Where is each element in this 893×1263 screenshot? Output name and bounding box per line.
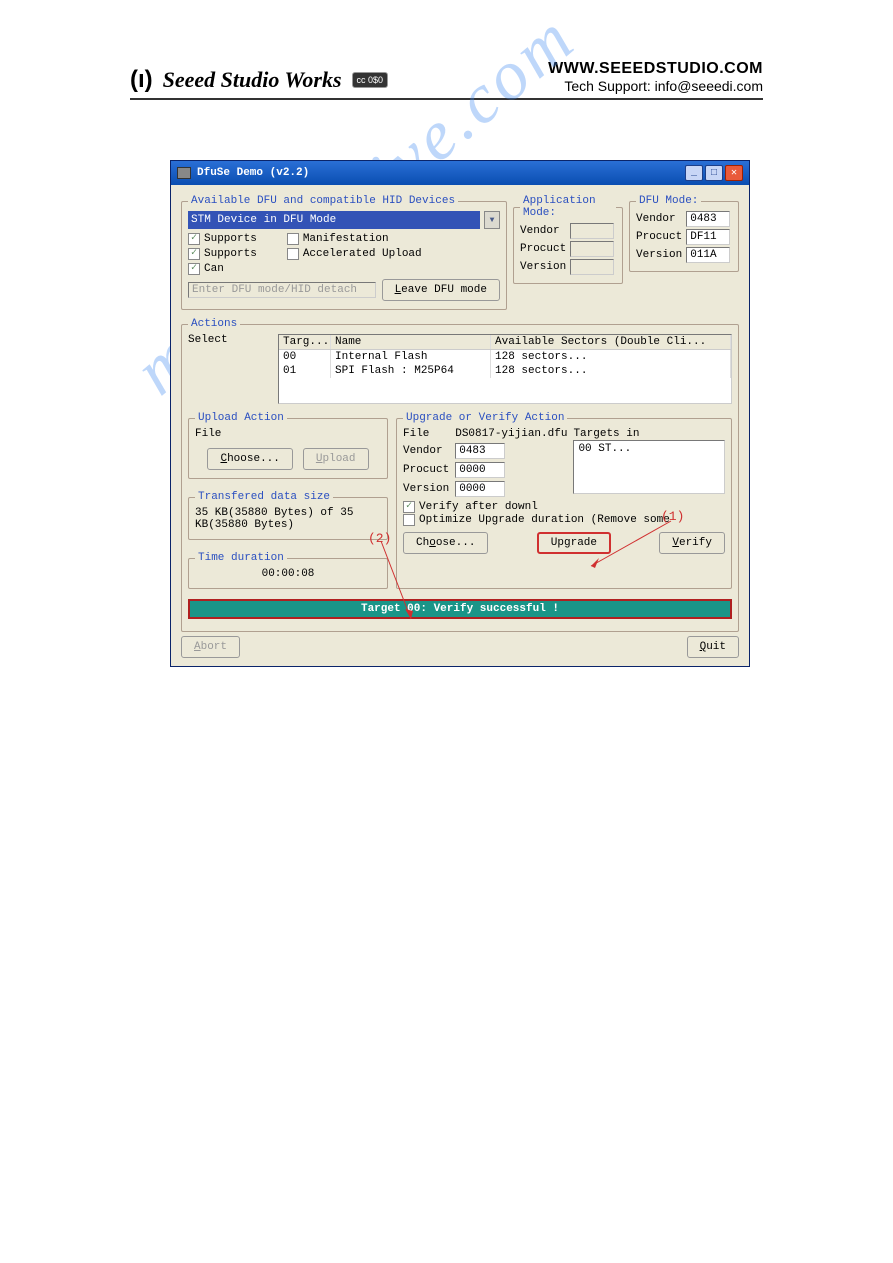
- app-mode-legend: Application Mode:: [520, 195, 616, 219]
- seeed-icon: (ı): [130, 66, 153, 94]
- app-icon: [177, 167, 191, 179]
- chevron-down-icon[interactable]: ▼: [484, 211, 500, 229]
- window-title: DfuSe Demo (v2.2): [197, 167, 309, 179]
- app-version-value: [570, 259, 614, 275]
- supports2-label: Supports: [204, 248, 257, 260]
- dfu-procuct-value: DF11: [686, 229, 730, 245]
- header-right: WWW.SEEEDSTUDIO.COM Tech Support: info@s…: [548, 60, 763, 94]
- table-row[interactable]: 01 SPI Flash : M25P64 128 sectors...: [279, 364, 731, 378]
- upgrade-version-label: Version: [403, 483, 449, 495]
- upgrade-vendor-label: Vendor: [403, 445, 449, 457]
- dfu-version-value: 011A: [686, 247, 730, 263]
- titlebar[interactable]: DfuSe Demo (v2.2) _ □ ✕: [171, 161, 749, 185]
- leave-dfu-button[interactable]: Leave DFU mode: [382, 279, 500, 301]
- actions-group: Actions Select Targ... Name Available Se…: [181, 318, 739, 632]
- dfu-mode-group: DFU Mode: Vendor 0483 Procuct DF11 Versi…: [629, 195, 739, 272]
- transfer-text: 35 KB(35880 Bytes) of 35 KB(35880 Bytes): [195, 507, 381, 531]
- dfu-procuct-label: Procuct: [636, 231, 682, 243]
- cc-badge: cc 0$0: [352, 72, 389, 88]
- upgrade-vendor-value: 0483: [455, 443, 505, 459]
- brand-left: (ı) Seeed Studio Works cc 0$0: [130, 66, 388, 94]
- col-targ[interactable]: Targ...: [279, 335, 331, 349]
- upload-group: Upload Action File Choose... Upload: [188, 412, 388, 479]
- can-label: Can: [204, 263, 224, 275]
- device-selected: STM Device in DFU Mode: [191, 214, 336, 226]
- dfu-mode-legend: DFU Mode:: [636, 195, 701, 207]
- verify-button[interactable]: Verify: [659, 532, 725, 554]
- time-group: Time duration 00:00:08: [188, 552, 388, 589]
- verify-after-label: Verify after downl: [419, 501, 538, 513]
- verify-after-checkbox[interactable]: ✓: [403, 501, 415, 513]
- upgrade-group: Upgrade or Verify Action File DS0817-yij…: [396, 412, 732, 589]
- application-mode-group: Application Mode: Vendor Procuct Version: [513, 195, 623, 284]
- status-bar: Target 00: Verify successful !: [188, 599, 732, 619]
- actions-legend: Actions: [188, 318, 240, 330]
- manifestation-label: Manifestation: [303, 233, 389, 245]
- device-select[interactable]: STM Device in DFU Mode: [188, 211, 480, 229]
- upgrade-version-value: 0000: [455, 481, 505, 497]
- upgrade-procuct-label: Procuct: [403, 464, 449, 476]
- site-url: WWW.SEEEDSTUDIO.COM: [548, 60, 763, 78]
- optimize-label: Optimize Upgrade duration (Remove some: [419, 514, 670, 526]
- abort-button[interactable]: Abort: [181, 636, 240, 658]
- time-value: 00:00:08: [195, 568, 381, 580]
- transfer-legend: Transfered data size: [195, 491, 333, 503]
- target-row[interactable]: 00 ST...: [578, 443, 720, 455]
- annotation-2: (2): [368, 531, 391, 546]
- app-procuct-value: [570, 241, 614, 257]
- dfuse-window: DfuSe Demo (v2.2) _ □ ✕ Available DFU an…: [170, 160, 750, 667]
- maximize-button[interactable]: □: [705, 165, 723, 181]
- quit-button[interactable]: Quit: [687, 636, 739, 658]
- upgrade-button[interactable]: Upgrade: [537, 532, 611, 554]
- close-button[interactable]: ✕: [725, 165, 743, 181]
- upgrade-choose-button[interactable]: Choose...: [403, 532, 488, 554]
- upload-choose-button[interactable]: Choose...: [207, 448, 292, 470]
- targets-table[interactable]: Targ... Name Available Sectors (Double C…: [278, 334, 732, 404]
- upgrade-procuct-value: 0000: [455, 462, 505, 478]
- col-sectors[interactable]: Available Sectors (Double Cli...: [491, 335, 731, 349]
- upgrade-file-value: DS0817-yijian.dfu: [455, 428, 567, 440]
- devices-group: Available DFU and compatible HID Devices…: [181, 195, 507, 310]
- upload-button[interactable]: Upload: [303, 448, 369, 470]
- optimize-checkbox[interactable]: ✓: [403, 514, 415, 526]
- app-version-label: Version: [520, 261, 566, 273]
- dfu-version-label: Version: [636, 249, 682, 261]
- app-vendor-label: Vendor: [520, 225, 566, 237]
- upload-file-label: File: [195, 428, 381, 440]
- brand-text: Seeed Studio Works: [163, 67, 342, 93]
- devices-legend: Available DFU and compatible HID Devices: [188, 195, 458, 207]
- accelerated-label: Accelerated Upload: [303, 248, 422, 260]
- dfu-vendor-value: 0483: [686, 211, 730, 227]
- support-email: Tech Support: info@seeedi.com: [548, 78, 763, 94]
- upgrade-legend: Upgrade or Verify Action: [403, 412, 567, 424]
- upgrade-file-label: File: [403, 428, 449, 440]
- time-legend: Time duration: [195, 552, 287, 564]
- select-label: Select: [188, 334, 268, 404]
- annotation-1: (1): [661, 509, 684, 524]
- table-row[interactable]: 00 Internal Flash 128 sectors...: [279, 350, 731, 364]
- supports-label: Supports: [204, 233, 257, 245]
- transfer-group: Transfered data size 35 KB(35880 Bytes) …: [188, 491, 388, 540]
- app-procuct-label: Procuct: [520, 243, 566, 255]
- targets-in-label: Targets in: [573, 428, 725, 440]
- targets-in-list[interactable]: 00 ST...: [573, 440, 725, 494]
- app-vendor-value: [570, 223, 614, 239]
- document-header: (ı) Seeed Studio Works cc 0$0 WWW.SEEEDS…: [130, 60, 763, 100]
- dfu-vendor-label: Vendor: [636, 213, 682, 225]
- upload-legend: Upload Action: [195, 412, 287, 424]
- enter-dfu-input: Enter DFU mode/HID detach: [188, 282, 376, 298]
- col-name[interactable]: Name: [331, 335, 491, 349]
- minimize-button[interactable]: _: [685, 165, 703, 181]
